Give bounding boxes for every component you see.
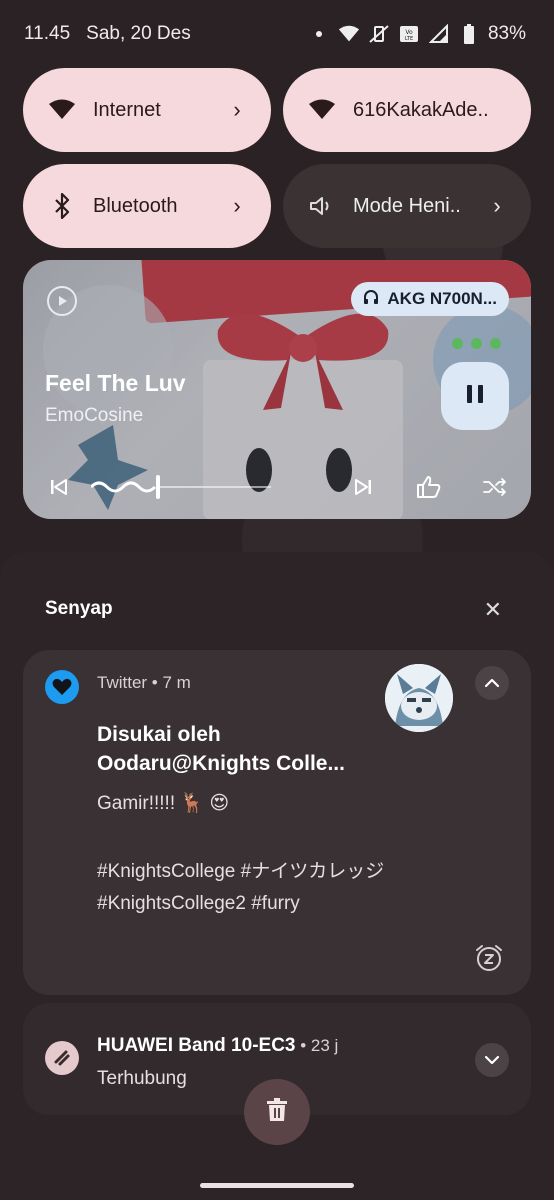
pause-icon [465,383,485,410]
date: Sab, 20 Des [86,23,191,44]
svg-text:LTE: LTE [405,36,413,42]
thumbs-up-icon[interactable] [415,473,443,501]
notification-app-meta: HUAWEI Band 10-EC3 • 23 j [97,1035,339,1056]
media-player-card[interactable]: AKG N700N... Feel The Luv EmoCosine [23,260,531,519]
chevron-right-icon: › [233,193,241,218]
expand-button[interactable] [475,1043,509,1077]
output-device-chip[interactable]: AKG N700N... [351,282,509,316]
trash-icon [266,1097,288,1127]
avatar [385,664,453,732]
tile-wifi-network[interactable]: 616KakakAde.. [283,68,531,152]
battery-percent: 83% [487,23,526,44]
previous-track-icon[interactable] [45,473,73,501]
tile-sound-mode[interactable]: Mode Heni.. › [283,164,531,248]
tile-label: 616KakakAde.. [353,98,489,121]
next-track-icon[interactable] [349,473,377,501]
tile-bluetooth[interactable]: Bluetooth › [23,164,271,248]
section-title-silent: Senyap [45,598,113,619]
notification-body: Terhubung [97,1068,187,1089]
notification-title: Disukai oleh Oodaru@Knights Colle... [97,723,345,775]
chevron-right-icon: › [493,193,501,218]
wifi-icon [47,95,77,125]
media-app-icon [47,286,77,316]
output-device-label: AKG N700N... [387,289,497,308]
seek-thumb[interactable] [156,475,160,499]
tile-label: Mode Heni.. [353,194,461,217]
notification-app-meta: Twitter • 7 m [97,673,191,692]
seek-bar[interactable] [91,473,271,501]
chevron-right-icon: › [233,97,241,122]
svg-text:Vo: Vo [405,29,413,36]
headphones-icon [363,289,379,310]
track-title: Feel The Luv [45,370,186,396]
home-indicator[interactable] [200,1183,354,1188]
close-icon[interactable]: ✕ [484,597,502,623]
more-dots [452,338,501,349]
pause-button[interactable] [441,362,509,430]
shuffle-icon[interactable] [481,473,509,501]
clock: 11.45 [24,23,71,44]
tile-label: Internet [93,98,161,121]
wifi-icon [338,24,360,44]
battery-icon [458,24,480,44]
status-bar: 11.45 Sab, 20 Des Vo LTE 83% [24,18,526,50]
tile-label: Bluetooth [93,194,178,217]
track-artist: EmoCosine [45,405,144,426]
volume-icon [307,191,337,221]
media-controls [45,472,509,502]
collapse-button[interactable] [475,666,509,700]
tile-internet[interactable]: Internet › [23,68,271,152]
dot-icon [308,24,330,44]
notification-body: Gamir!!!!! 🦌 😍 #KnightsCollege #ナイツカレッジ … [97,793,385,914]
notification-twitter[interactable]: Twitter • 7 m Disukai oleh Oodaru@Knight… [23,650,531,995]
vibrate-off-icon [368,24,390,44]
volte-icon: Vo LTE [398,24,420,44]
status-icons: Vo LTE 83% [308,23,526,45]
wifi-icon [307,95,337,125]
huawei-health-icon [45,1041,79,1075]
signal-icon [428,24,450,44]
bluetooth-icon [47,191,77,221]
seek-progress-wave [91,481,157,493]
snooze-icon[interactable] [473,942,505,974]
clear-all-button[interactable] [244,1079,310,1145]
twitter-heart-icon [45,670,79,704]
